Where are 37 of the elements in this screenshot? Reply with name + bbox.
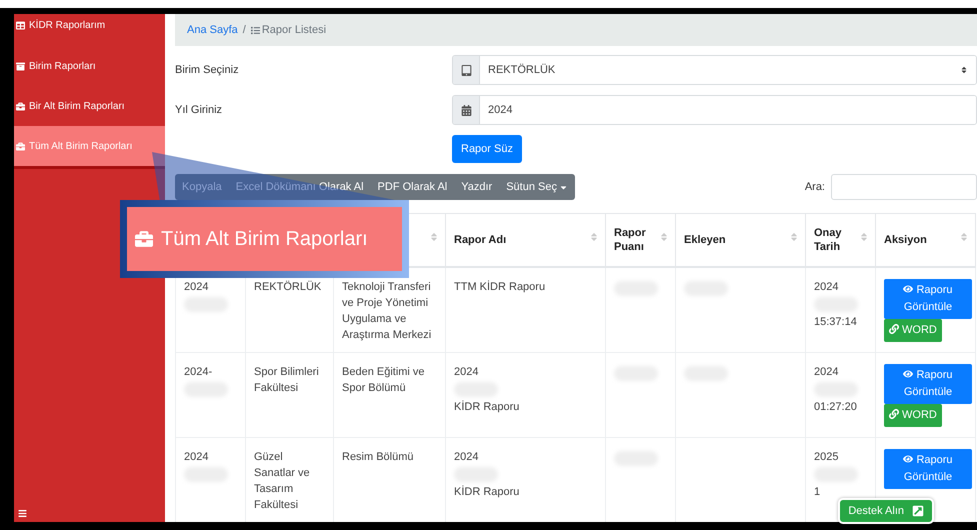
table-cell: 2024 15:37:14 xyxy=(806,267,876,352)
sidebar-item[interactable]: Birim Raporları xyxy=(14,46,165,86)
search-label: Ara: xyxy=(804,181,825,193)
table-cell: TTM KİDR Raporu xyxy=(446,267,606,352)
view-report-button[interactable]: Raporu Görüntüle xyxy=(884,279,972,319)
column-header[interactable]: Aksiyon xyxy=(876,214,976,267)
view-report-button[interactable]: Raporu Görüntüle xyxy=(884,449,972,489)
filter-button[interactable]: Rapor Süz xyxy=(452,135,522,163)
toolbar-button[interactable]: Yazdır xyxy=(454,174,500,200)
toolbar-button[interactable]: Sütun Seç xyxy=(499,174,575,200)
column-header[interactable]: Rapor Puanı xyxy=(606,214,676,267)
view-report-button[interactable]: Raporu Görüntüle xyxy=(884,364,972,404)
select-field[interactable]: REKTÖRLÜK xyxy=(452,55,977,85)
table-cell: 2024- xyxy=(176,352,246,438)
sidebar-item[interactable]: Tüm Alt Birim Raporları xyxy=(14,126,165,169)
breadcrumb-separator: / xyxy=(242,24,246,36)
input-field[interactable]: 2024 xyxy=(452,95,977,125)
toolbar-button[interactable]: Excel Dökümanı Olarak Al xyxy=(228,174,371,200)
column-header[interactable]: Rapor Adı xyxy=(446,214,606,267)
word-button[interactable]: WORD xyxy=(884,404,942,427)
column-header[interactable]: Ekleyen xyxy=(676,214,806,267)
table-cell: 2024 KİDR Raporu xyxy=(446,352,606,438)
sidebar-item[interactable]: Bir Alt Birim Raporları xyxy=(14,86,165,126)
callout-label: Tüm Alt Birim Raporları xyxy=(127,207,402,271)
field-label: Birim Seçiniz xyxy=(175,64,240,76)
sidebar-item[interactable]: KİDR Raporlarım xyxy=(14,14,165,36)
support-button[interactable]: Destek Alın xyxy=(838,498,934,524)
breadcrumb-link[interactable]: Ana Sayfa xyxy=(187,24,238,36)
table-cell: Spor Bilimleri Fakültesi xyxy=(246,352,334,438)
word-button[interactable]: WORD xyxy=(884,319,942,342)
column-header[interactable]: Onay Tarih xyxy=(806,214,876,267)
breadcrumb-current: Rapor Listesi xyxy=(250,24,326,36)
table-cell: 2024 xyxy=(176,438,246,522)
table-cell: 2024 01:27:20 xyxy=(806,352,876,438)
table-cell: Beden Eğitimi ve Spor Bölümü xyxy=(334,352,446,438)
field-label: Yıl Giriniz xyxy=(175,104,224,116)
toolbar-button[interactable]: PDF Olarak Al xyxy=(370,174,454,200)
